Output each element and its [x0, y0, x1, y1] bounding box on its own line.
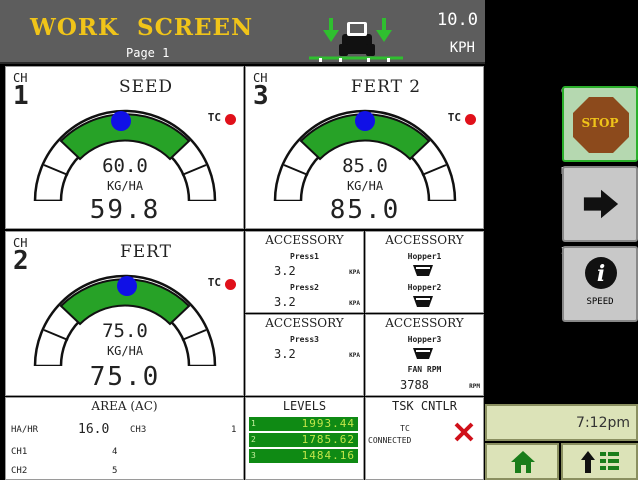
- accessory-title: ACCESSORY: [385, 233, 464, 247]
- stop-label: STOP: [581, 116, 619, 130]
- level-index: 3: [251, 451, 256, 460]
- gauge-indicator: [111, 111, 131, 131]
- area-row-label: CH3: [130, 425, 147, 435]
- accessory-label: FAN RPM: [407, 365, 442, 374]
- menu-up-icon: [581, 451, 619, 473]
- page-indicator: Page 1: [126, 46, 170, 60]
- accessory-label: Hopper3: [407, 335, 442, 344]
- tractor-icon: [309, 18, 403, 62]
- levels-panel[interactable]: LEVELS 1 1993.44 2 1785.62 3 1484.16: [245, 397, 364, 480]
- home-button[interactable]: [485, 443, 559, 480]
- home-icon: [511, 451, 535, 473]
- menu-button[interactable]: [561, 443, 638, 480]
- level-row: 2 1785.62: [249, 433, 358, 447]
- levels-title: LEVELS: [282, 399, 327, 413]
- info-icon: i: [585, 257, 617, 289]
- channel-panel-seed[interactable]: CH 1 SEED TC 60.0 KG/HA 59.8: [5, 66, 244, 229]
- gauge-indicator: [117, 276, 137, 296]
- product-name: SEED: [118, 77, 174, 97]
- next-page-button[interactable]: [562, 166, 638, 242]
- level-index: 1: [251, 419, 256, 428]
- level-value: 1484.16: [301, 449, 355, 462]
- speed-unit: KPH: [449, 40, 475, 56]
- hopper-level-icon: [413, 265, 433, 276]
- area-row-label: CH1: [11, 447, 28, 457]
- accessory-label: Hopper1: [407, 252, 442, 261]
- speed-info-button[interactable]: i SPEED: [562, 246, 638, 322]
- accessory-panel-hoppers[interactable]: ACCESSORY Hopper1 Hopper2: [365, 231, 484, 313]
- accessory-unit: KPA: [349, 300, 360, 307]
- accessory-unit: RPM: [469, 383, 480, 390]
- accessory-unit: KPA: [349, 269, 360, 276]
- hopper-level-icon: [413, 296, 433, 307]
- accessory-title: ACCESSORY: [265, 316, 344, 330]
- level-index: 2: [251, 435, 256, 444]
- task-controller-status-line2: CONNECTED: [368, 436, 412, 445]
- clock: 7:12pm: [485, 404, 638, 441]
- accessory-panel-pressure-3[interactable]: ACCESSORY Press3 3.2 KPA: [245, 314, 364, 396]
- area-row-label: CH2: [11, 466, 28, 476]
- svg-text:i: i: [597, 261, 605, 287]
- channel-panel-fert[interactable]: CH 2 FERT TC 75.0 KG/HA 75.0: [5, 231, 244, 396]
- hopper-level-icon: [413, 348, 433, 359]
- level-row: 1 1993.44: [249, 417, 358, 431]
- accessory-panel-hopper-fan[interactable]: ACCESSORY Hopper3 FAN RPM 3788 RPM: [365, 314, 484, 396]
- x-icon: [454, 422, 474, 442]
- actual-rate: 85.0: [329, 195, 401, 225]
- level-row: 3 1484.16: [249, 449, 358, 463]
- accessory-value: 3788: [400, 378, 429, 392]
- channel-panel-fert-2[interactable]: CH 3 FERT 2 TC 85.0 KG/HA 85.0: [245, 66, 484, 229]
- speed-value: 10.0: [437, 10, 478, 30]
- accessory-value: 3.2: [274, 347, 296, 361]
- accessory-unit: KPA: [349, 352, 360, 359]
- accessory-label: Hopper2: [407, 283, 442, 292]
- rate-unit: KG/HA: [106, 344, 144, 358]
- accessory-label: Press3: [290, 335, 319, 344]
- accessory-label: Press1: [290, 252, 319, 261]
- area-rate-value: 16.0: [78, 422, 110, 437]
- accessory-value: 3.2: [274, 295, 296, 309]
- screen-title: WORK SCREEN: [30, 14, 254, 41]
- rate-unit: KG/HA: [106, 179, 144, 193]
- target-rate: 85.0: [342, 155, 388, 177]
- clock-time: 7:12pm: [576, 415, 630, 431]
- area-row-value: 4: [112, 447, 118, 457]
- area-title: AREA (AC): [91, 399, 158, 413]
- target-rate: 75.0: [102, 320, 148, 342]
- task-controller-title: TSK CNTLR: [391, 399, 458, 413]
- area-rate-label: HA/HR: [11, 425, 39, 435]
- stop-button[interactable]: STOP: [562, 86, 638, 162]
- task-controller-panel[interactable]: TSK CNTLR TC CONNECTED: [365, 397, 484, 480]
- accessory-panel-pressure[interactable]: ACCESSORY Press1 3.2 KPA Press2 3.2 KPA: [245, 231, 364, 313]
- area-row-value: 1: [231, 425, 237, 435]
- work-screen-header: WORK SCREEN Page 1 10.0 KPH: [0, 0, 485, 64]
- area-panel[interactable]: AREA (AC) HA/HR 16.0 CH3 1 CH1 4 CH2 5: [5, 397, 244, 480]
- gauge-indicator: [355, 111, 375, 131]
- actual-rate: 59.8: [89, 195, 161, 225]
- arrow-right-icon: [583, 189, 619, 219]
- target-rate: 60.0: [102, 155, 148, 177]
- level-value: 1785.62: [301, 433, 355, 446]
- level-value: 1993.44: [301, 417, 355, 430]
- product-name: FERT: [119, 242, 173, 262]
- actual-rate: 75.0: [89, 362, 161, 392]
- accessory-value: 3.2: [274, 264, 296, 278]
- area-row-value: 5: [112, 466, 118, 476]
- accessory-title: ACCESSORY: [385, 316, 464, 330]
- accessory-title: ACCESSORY: [265, 233, 344, 247]
- task-controller-status-line1: TC: [400, 424, 410, 433]
- product-name: FERT 2: [350, 77, 422, 97]
- accessory-label: Press2: [290, 283, 319, 292]
- rate-unit: KG/HA: [346, 179, 384, 193]
- speed-label: SPEED: [586, 297, 614, 307]
